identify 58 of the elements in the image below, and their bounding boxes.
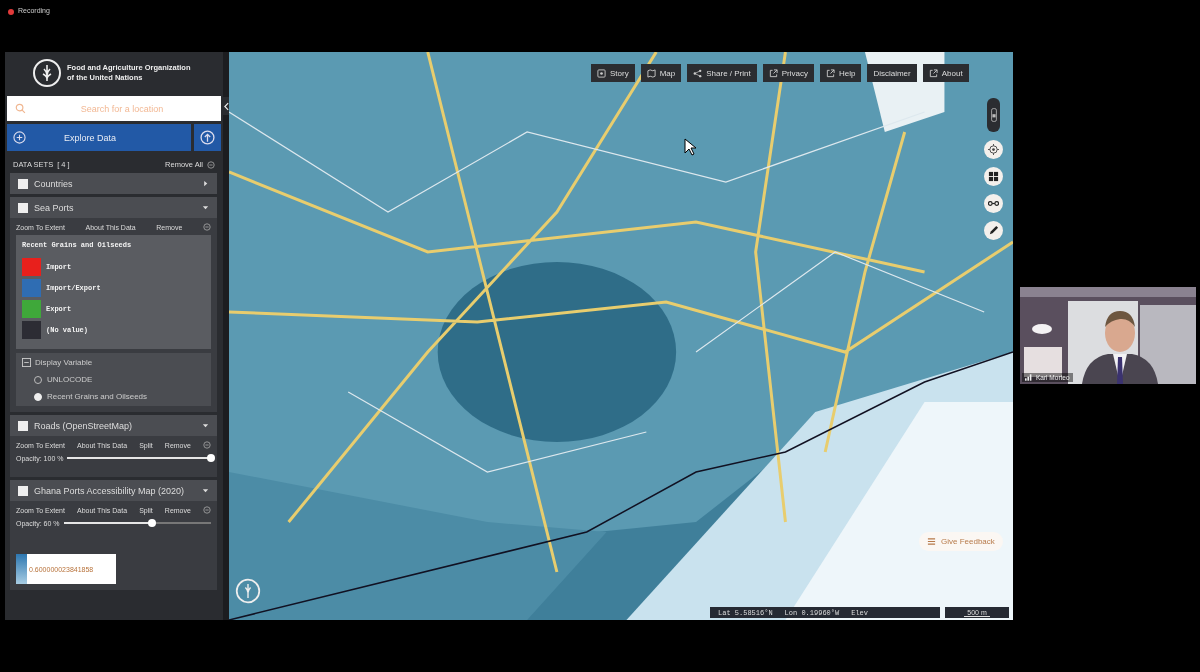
external-link-icon [825, 68, 835, 78]
upload-icon [200, 130, 215, 145]
layer-checkbox[interactable] [18, 202, 28, 213]
radio-label: Recent Grains and Oilseeds [47, 392, 148, 401]
pencil-icon [988, 225, 999, 236]
cursor-icon [684, 138, 696, 156]
toolbar-button[interactable]: Share / Print [687, 64, 757, 82]
external-link-icon [768, 68, 778, 78]
caret-icon[interactable] [202, 422, 209, 429]
slider-thumb[interactable] [207, 454, 215, 462]
search-field[interactable]: Search for a location [7, 96, 221, 121]
list-icon [927, 537, 936, 546]
chevron-left-icon [223, 101, 229, 111]
toolbar-button[interactable]: Privacy [762, 64, 814, 82]
remove-icon [203, 223, 211, 231]
map-icon [646, 68, 656, 78]
radio-label: UNLOCODE [47, 375, 93, 384]
frame-icon [597, 68, 606, 78]
layer-checkbox[interactable] [18, 485, 28, 496]
remove-icon [203, 506, 211, 514]
give-feedback-button[interactable]: Give Feedback [919, 532, 1003, 551]
wheat-logo-icon [32, 58, 62, 88]
zoom-control[interactable] [987, 98, 1000, 132]
signal-icon [1025, 374, 1033, 381]
search-icon [15, 103, 26, 114]
caret-icon[interactable] [202, 487, 209, 494]
layer-checkbox[interactable] [18, 178, 28, 189]
remove-icon [207, 160, 215, 169]
crosshair-icon [988, 144, 999, 155]
caret-icon[interactable] [202, 180, 209, 187]
external-link-icon [928, 68, 938, 78]
gradient-bar [16, 554, 27, 584]
layer-header[interactable]: Ghana Ports Accessibility Map (2020) [10, 480, 217, 501]
layer-checkbox[interactable] [18, 420, 28, 431]
layer-header[interactable]: Sea Ports [10, 197, 217, 218]
explore-data-button[interactable]: Explore Data [7, 124, 191, 151]
toolbar-button[interactable]: Map [640, 64, 682, 82]
radio-button[interactable] [34, 375, 42, 384]
toolbar-button[interactable]: Help [819, 64, 862, 82]
layer-header[interactable]: Countries [10, 173, 217, 194]
zoom-slider-icon [989, 107, 998, 123]
share-icon [693, 68, 703, 78]
collapse-panel-button[interactable] [223, 97, 229, 115]
slider-thumb[interactable] [148, 519, 157, 527]
grid-icon [988, 171, 999, 182]
recording-icon [8, 9, 14, 15]
display-variable-title: Display Variable [35, 358, 93, 367]
plus-circle-icon [13, 131, 26, 144]
toolbar-button[interactable]: Disclaimer [867, 64, 917, 82]
upload-button[interactable] [194, 124, 221, 151]
toolbar-button[interactable]: Story [591, 64, 635, 82]
toolbar-button[interactable]: About [922, 64, 969, 82]
remove-icon [203, 441, 211, 449]
layer-header[interactable]: Roads (OpenStreetMap) [10, 415, 217, 436]
link-icon [988, 198, 999, 209]
caret-icon[interactable] [202, 204, 209, 211]
wheat-logo-icon [235, 578, 261, 604]
collapse-icon[interactable] [22, 358, 31, 367]
